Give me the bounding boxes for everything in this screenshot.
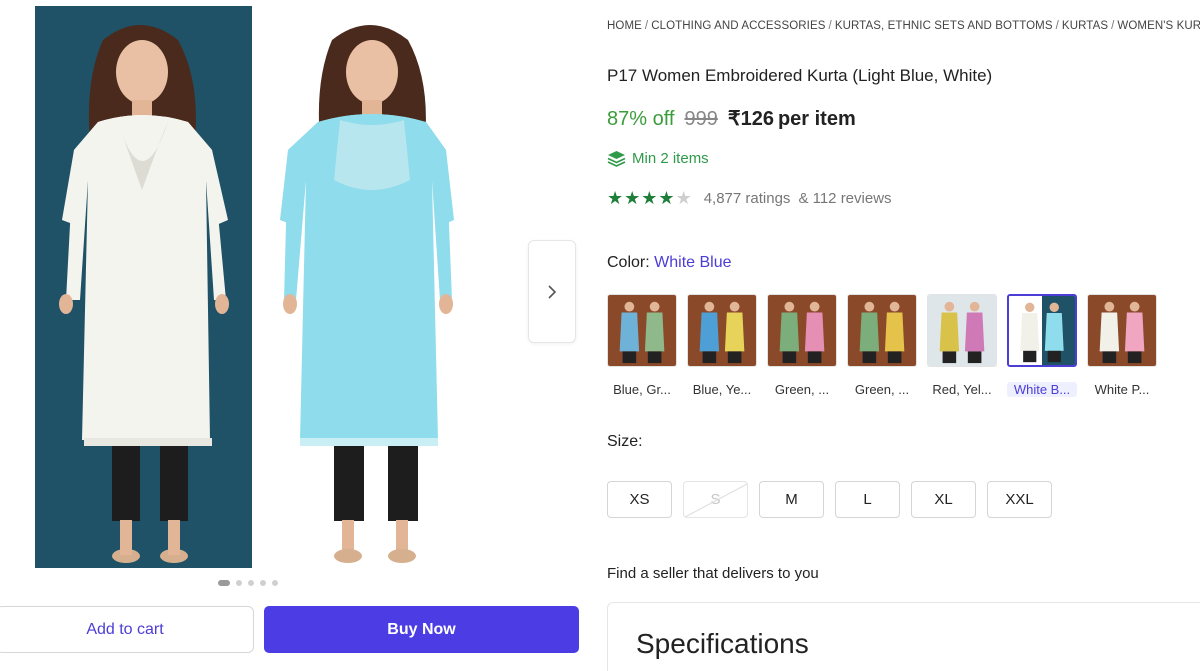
kurta-models-illustration [0, 0, 520, 572]
gallery-dot[interactable] [272, 580, 278, 586]
swatch-thumbnail [607, 294, 677, 367]
swatch-label: Red, Yel... [932, 382, 992, 397]
star-icon: ★ [675, 188, 692, 208]
specifications-card: Specifications [607, 602, 1200, 671]
size-heading: Size: [607, 433, 643, 450]
star-icon: ★ [658, 188, 675, 208]
size-options: XS S M L XL XXL [607, 481, 1052, 518]
star-icon: ★ [607, 188, 624, 208]
swatch-thumbnail [1087, 294, 1157, 367]
swatch-thumbnail [767, 294, 837, 367]
price-suffix: per item [777, 108, 856, 130]
specifications-title: Specifications [636, 628, 809, 659]
gallery-dot[interactable] [260, 580, 266, 586]
buy-now-button[interactable]: Buy Now [264, 606, 579, 653]
color-swatch[interactable]: White P... [1087, 294, 1157, 397]
min-items-badge: Min 2 items [607, 150, 709, 167]
gallery-dot[interactable] [236, 580, 242, 586]
chevron-right-icon [548, 284, 557, 299]
add-to-cart-button[interactable]: Add to cart [0, 606, 254, 653]
swatch-thumbnail [847, 294, 917, 367]
breadcrumb: HOME / CLOTHING AND ACCESSORIES / KURTAS, ET… [607, 20, 1200, 32]
swatch-label: Green, ... [774, 382, 830, 397]
breadcrumb-separator: / [1111, 20, 1115, 32]
product-gallery: Add to cart Buy Now [0, 0, 590, 671]
selected-color: White Blue [654, 254, 732, 271]
color-swatch[interactable]: Blue, Ye... [687, 294, 757, 397]
swatch-thumbnail [1007, 294, 1077, 367]
seller-finder-text[interactable]: Find a seller that delivers to you [607, 565, 819, 582]
breadcrumb-link[interactable]: KURTAS [1062, 20, 1108, 32]
color-swatch[interactable]: White B... [1007, 294, 1077, 397]
original-price: 999 [684, 108, 718, 130]
size-option[interactable]: XS [607, 481, 672, 518]
gallery-dot[interactable] [248, 580, 254, 586]
swatch-label: Blue, Ye... [692, 382, 752, 397]
size-option[interactable]: XL [911, 481, 976, 518]
product-main-image[interactable] [0, 0, 520, 572]
size-option[interactable]: S [683, 481, 748, 518]
price-row: 87% off 999 ₹126 per item [607, 106, 856, 131]
swatch-thumbnail [687, 294, 757, 367]
star-icon: ★ [624, 188, 641, 208]
layers-icon [607, 151, 626, 167]
breadcrumb-link[interactable]: HOME [607, 20, 642, 32]
swatch-thumbnail [927, 294, 997, 367]
size-option[interactable]: L [835, 481, 900, 518]
swatch-label: White B... [1007, 382, 1077, 397]
breadcrumb-separator: / [644, 20, 649, 32]
reviews-count: & 112 reviews [798, 189, 892, 207]
product-details: HOME / CLOTHING AND ACCESSORIES / KURTAS, ET… [607, 0, 1200, 671]
breadcrumb-separator: / [1055, 20, 1059, 32]
rating-stars: ★ ★ ★ ★ ★ [607, 189, 692, 207]
breadcrumb-link[interactable]: WOMEN'S KURTAS [1117, 20, 1200, 32]
gallery-dot[interactable] [218, 580, 230, 586]
color-swatches: Blue, Gr... Blue, Ye... Green, ... Green, .… [607, 294, 1157, 397]
swatch-label: White P... [1094, 382, 1150, 397]
gallery-dots [218, 580, 278, 586]
color-swatch[interactable]: Green, ... [847, 294, 917, 397]
color-swatch[interactable]: Red, Yel... [927, 294, 997, 397]
swatch-label: Blue, Gr... [613, 382, 671, 397]
color-heading: Color: White Blue [607, 254, 732, 272]
selling-price: ₹126 [727, 108, 774, 130]
min-items-label: Min 2 items [632, 150, 709, 167]
color-label: Color: [607, 254, 650, 271]
size-option[interactable]: M [759, 481, 824, 518]
color-swatch[interactable]: Green, ... [767, 294, 837, 397]
star-icon: ★ [641, 188, 658, 208]
gallery-next-button[interactable] [528, 240, 576, 343]
color-swatch[interactable]: Blue, Gr... [607, 294, 677, 397]
discount-percent: 87% off [607, 108, 675, 130]
swatch-label: Green, ... [854, 382, 910, 397]
product-title: P17 Women Embroidered Kurta (Light Blue,… [607, 66, 993, 85]
breadcrumb-separator: / [828, 20, 832, 32]
breadcrumb-link[interactable]: CLOTHING AND ACCESSORIES [651, 20, 825, 32]
size-option[interactable]: XXL [987, 481, 1052, 518]
ratings-count: 4,877 ratings [703, 189, 791, 207]
rating-row[interactable]: ★ ★ ★ ★ ★ 4,877 ratings & 112 reviews [607, 189, 892, 207]
breadcrumb-link[interactable]: KURTAS, ETHNIC SETS AND BOTTOMS [835, 20, 1053, 32]
